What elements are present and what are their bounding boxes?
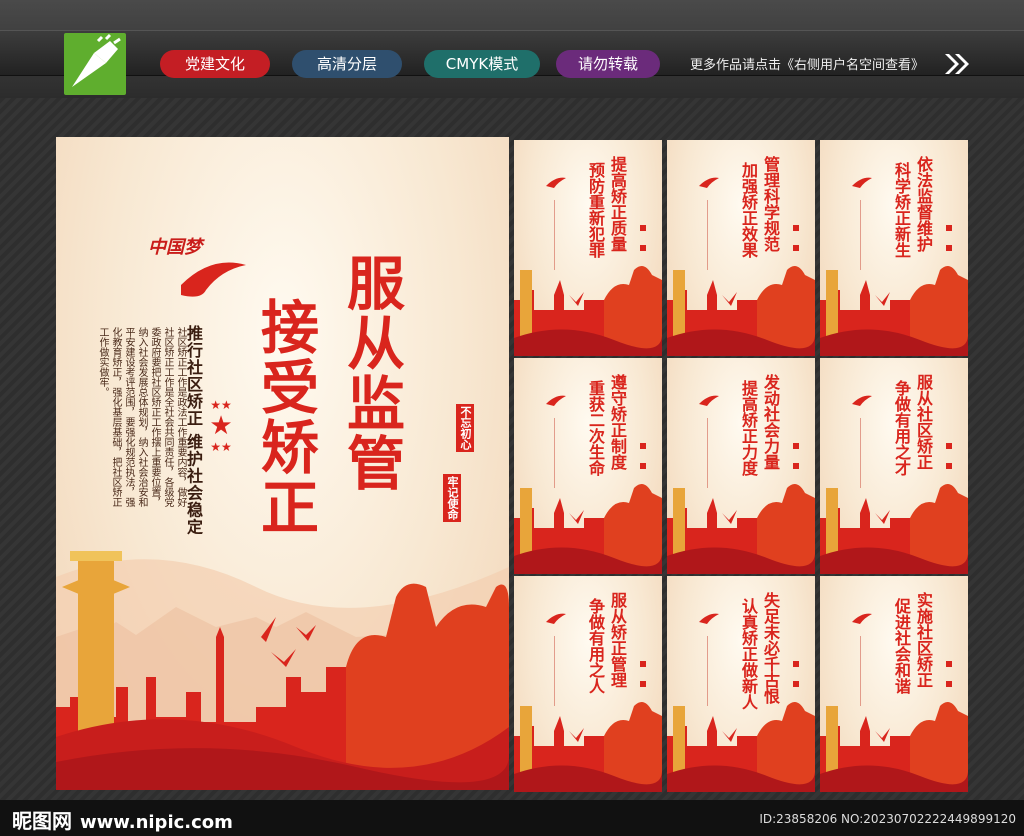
mini-logo-icon (850, 610, 872, 624)
mini-logo-icon (697, 392, 719, 406)
star-icon: ★★ (210, 398, 232, 412)
mini-poster: 重获二次生命 遵守矫正制度 (514, 358, 662, 574)
mini-title-line2: 争做有用之人 (586, 598, 605, 694)
mini-stamp (640, 463, 646, 469)
mini-poster: 提高矫正力度 发动社会力量 (667, 358, 815, 574)
mini-stamp (793, 681, 799, 687)
brand-logo[interactable] (64, 33, 126, 95)
double-chevron-right-icon[interactable] (943, 52, 971, 76)
more-works-link[interactable]: 更多作品请点击《右侧用户名空间查看》 (690, 54, 924, 73)
mini-poster-art (667, 484, 815, 574)
mini-stamp (946, 681, 952, 687)
mini-title-line1: 实施社区矫正 (914, 592, 933, 688)
mini-title-line2: 预防重新犯罪 (586, 162, 605, 258)
mini-stamp (946, 245, 952, 251)
stars-decoration: ★★ ★ ★★ (206, 399, 236, 453)
mini-logo-icon (850, 392, 872, 406)
image-id: ID:23858206 NO:20230702222449899120 (759, 812, 1016, 826)
mini-poster-art (514, 702, 662, 792)
mini-title-line1: 提高矫正质量 (608, 156, 627, 252)
mini-stamp (640, 225, 646, 231)
stamp-never-forget: 不忘初心 (456, 404, 474, 452)
mini-body-lines (860, 200, 880, 270)
site-watermark: 昵图网 www.nipic.com (12, 805, 233, 834)
mini-stamp (946, 443, 952, 449)
mini-stamp (946, 225, 952, 231)
site-url: www.nipic.com (80, 812, 233, 833)
mini-poster-art (667, 266, 815, 356)
mini-body-lines (860, 636, 880, 706)
mini-title-line1: 发动社会力量 (761, 374, 780, 470)
mini-stamp (793, 443, 799, 449)
mini-title-line1: 服从矫正管理 (608, 592, 627, 688)
mini-body-lines (554, 200, 574, 270)
tag-pill-0[interactable]: 党建文化 (160, 50, 270, 78)
top-toolbar (0, 0, 1024, 98)
mini-stamp (793, 225, 799, 231)
mini-body-lines (707, 200, 727, 270)
star-icon: ★★ (210, 440, 232, 454)
mini-title-line1: 失足未必千古恨 (761, 592, 780, 704)
mini-body-lines (860, 418, 880, 488)
mini-poster-art (820, 266, 968, 356)
mini-body-lines (554, 636, 574, 706)
mini-title-line1: 管理科学规范 (761, 156, 780, 252)
china-dream-emblem-icon (181, 262, 246, 297)
mini-stamp (640, 661, 646, 667)
mini-poster: 促进社会和谐 实施社区矫正 (820, 576, 968, 792)
mini-poster-art (820, 702, 968, 792)
mini-stamp (640, 681, 646, 687)
mini-poster-art (667, 702, 815, 792)
tag-pill-1[interactable]: 高清分层 (292, 50, 402, 78)
mini-poster: 加强矫正效果 管理科学规范 (667, 140, 815, 356)
mini-stamp (640, 443, 646, 449)
mini-poster-art (514, 266, 662, 356)
mini-title-line1: 依法监督维护 (914, 156, 933, 252)
mini-title-line2: 重获二次生命 (586, 380, 605, 476)
mini-title-line1: 服从社区矫正 (914, 374, 933, 470)
mini-poster: 科学矫正新生 依法监督维护 (820, 140, 968, 356)
mini-title-line2: 提高矫正力度 (739, 380, 758, 476)
mini-poster: 认真矫正做新人 失足未必千古恨 (667, 576, 815, 792)
mini-stamp (640, 245, 646, 251)
main-title-line1: 服从监管 (337, 253, 405, 493)
subtitle-text: 推行社区矫正 维护社会稳定 (184, 325, 203, 536)
mini-logo-icon (544, 174, 566, 188)
mini-logo-icon (544, 392, 566, 406)
mini-body-lines (707, 636, 727, 706)
body-paragraph: 社区矫正工作是政法工作重要内容，做好社区矫正工作是全社会共同责任，各级党委政府要… (97, 327, 186, 507)
stamp-remember-mission: 牢记使命 (443, 474, 461, 522)
mini-poster: 争做有用之才 服从社区矫正 (820, 358, 968, 574)
mini-poster-art (820, 484, 968, 574)
mini-stamp (793, 463, 799, 469)
mini-title-line2: 促进社会和谐 (892, 598, 911, 694)
mini-stamp (793, 661, 799, 667)
mini-stamp (946, 463, 952, 469)
mini-poster: 预防重新犯罪 提高矫正质量 (514, 140, 662, 356)
main-poster: 中国梦 社区矫正工作是政法工作重要内容，做好社区矫正工作是全社会共同责任，各级党… (56, 137, 509, 790)
mini-logo-icon (697, 174, 719, 188)
mini-poster: 争做有用之人 服从矫正管理 (514, 576, 662, 792)
star-icon: ★ (209, 411, 233, 441)
mini-title-line2: 加强矫正效果 (739, 162, 758, 258)
tag-pill-2[interactable]: CMYK模式 (424, 50, 540, 78)
mini-logo-icon (850, 174, 872, 188)
poster-background-art (56, 551, 509, 790)
mini-logo-icon (544, 610, 566, 624)
mini-title-line2: 争做有用之才 (892, 380, 911, 476)
mini-stamp (793, 245, 799, 251)
mini-body-lines (707, 418, 727, 488)
mini-stamp (946, 661, 952, 667)
mini-logo-icon (697, 610, 719, 624)
mini-title-line2: 认真矫正做新人 (739, 598, 758, 710)
main-title-line2: 接受矫正 (251, 297, 319, 537)
mini-poster-art (514, 484, 662, 574)
mini-body-lines (554, 418, 574, 488)
mini-title-line2: 科学矫正新生 (892, 162, 911, 258)
tag-pill-3[interactable]: 请勿转载 (556, 50, 660, 78)
pen-nib-icon (72, 33, 121, 87)
mini-title-line1: 遵守矫正制度 (608, 374, 627, 470)
site-name: 昵图网 (12, 809, 72, 833)
